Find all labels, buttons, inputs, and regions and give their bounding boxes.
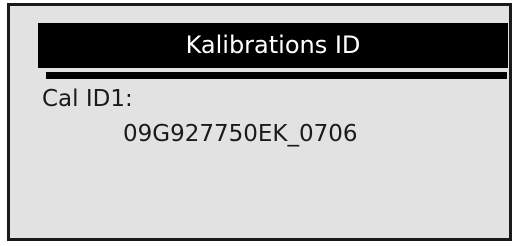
screen-title: Kalibrations ID xyxy=(185,31,361,59)
title-bar: Kalibrations ID xyxy=(38,23,508,68)
display-screen: Kalibrations ID Cal ID1: 09G927750EK_070… xyxy=(7,3,512,241)
title-divider xyxy=(46,72,507,79)
cal-id-value: 09G927750EK_0706 xyxy=(123,121,358,147)
cal-id-label: Cal ID1: xyxy=(42,86,133,112)
